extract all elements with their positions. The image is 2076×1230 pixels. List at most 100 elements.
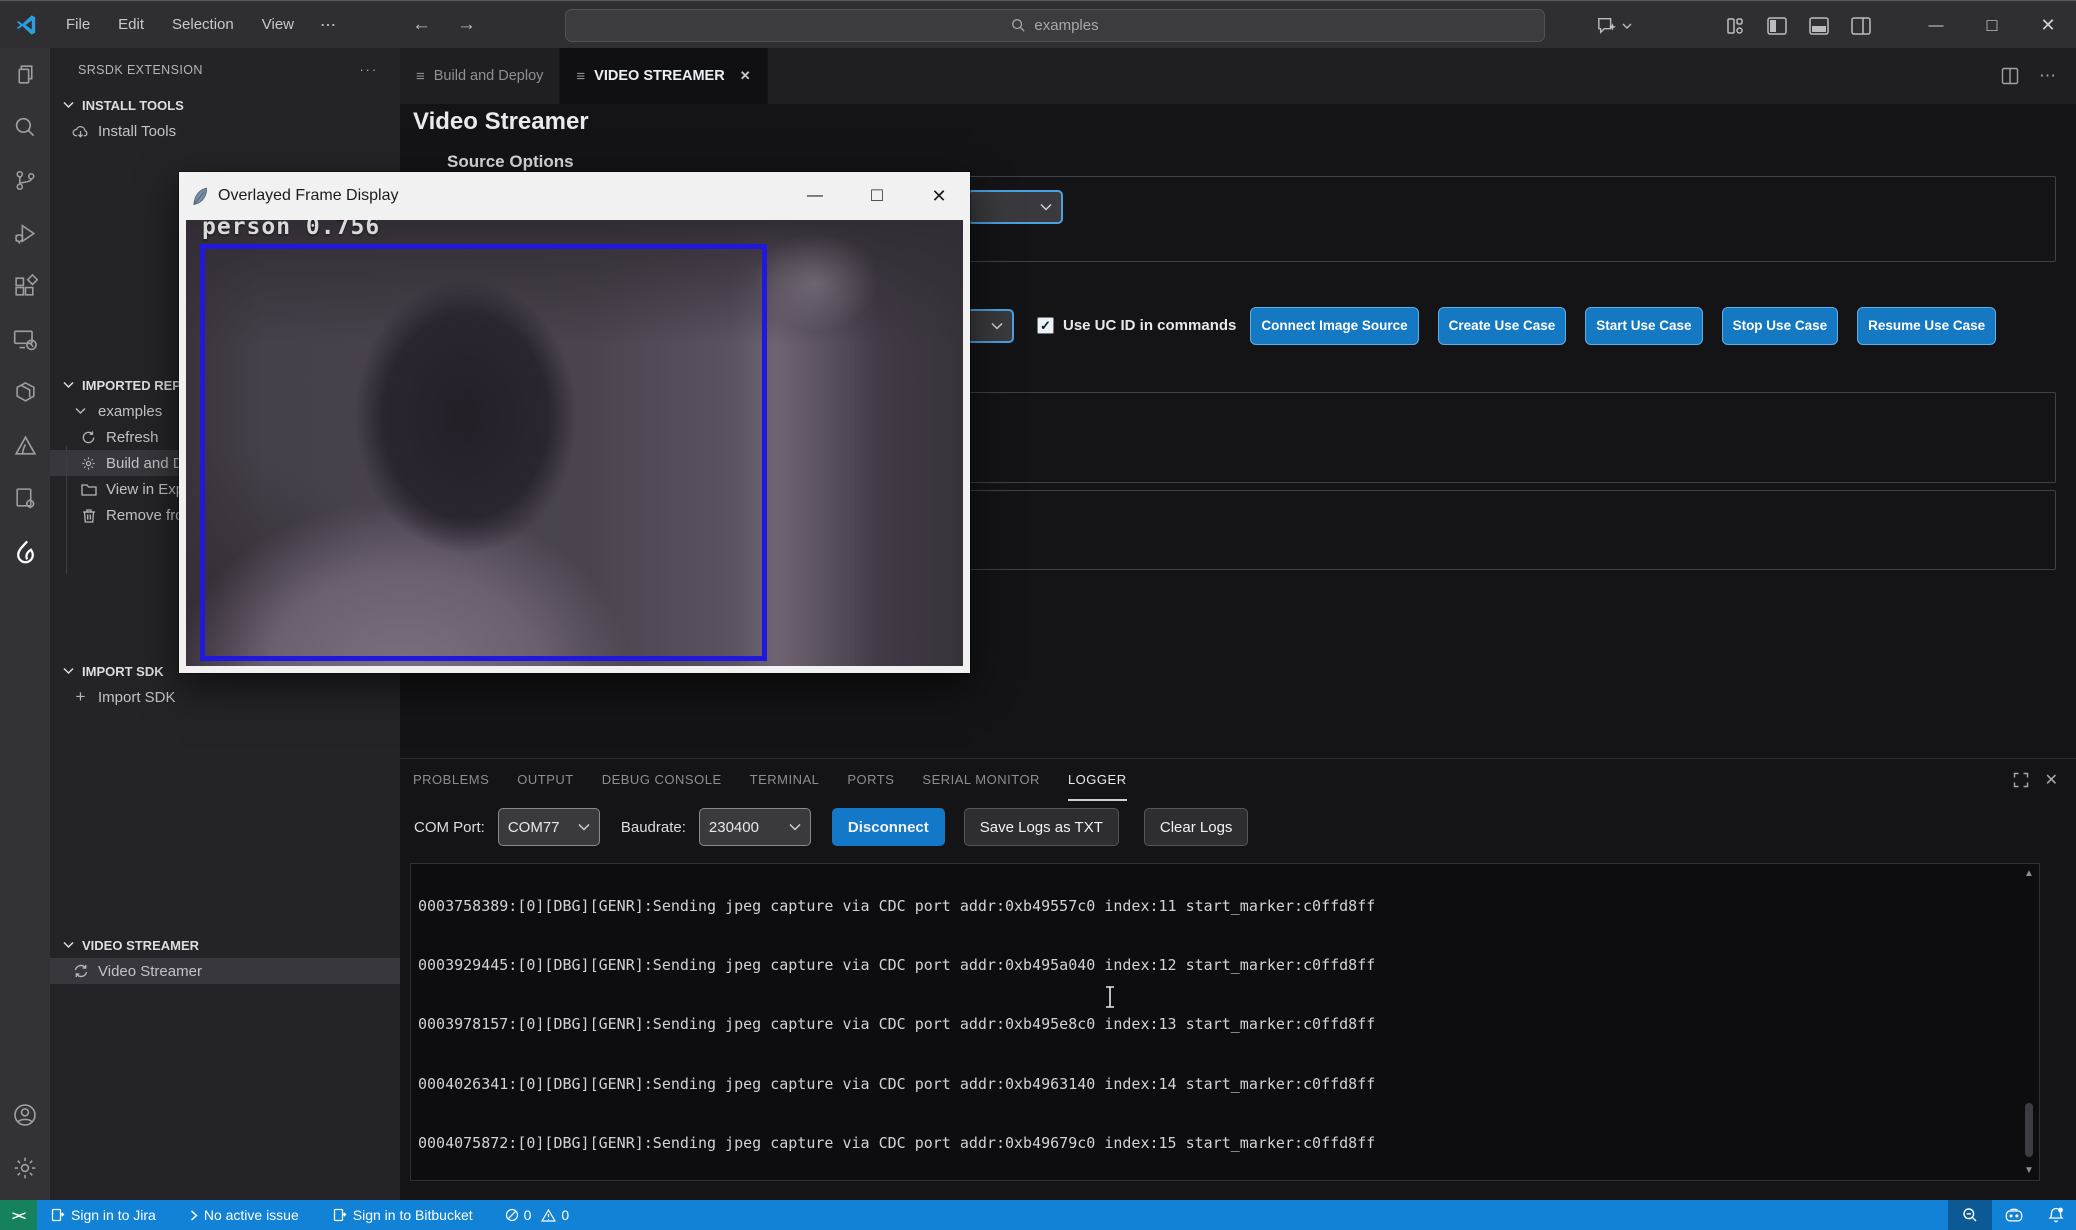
srsdk-extension-icon[interactable] — [0, 525, 50, 578]
stop-use-case-button[interactable]: Stop Use Case — [1722, 307, 1839, 345]
titlebar: File Edit Selection View ⋯ ← → examples … — [0, 0, 2076, 48]
remote-indicator[interactable]: >< — [0, 1200, 37, 1230]
scroll-up-icon[interactable]: ▲ — [2024, 864, 2034, 883]
dialog-titlebar[interactable]: Overlayed Frame Display — □ ✕ — [179, 172, 970, 220]
sidebar-more-actions-icon[interactable]: ··· — [360, 63, 379, 77]
disconnect-button[interactable]: Disconnect — [832, 808, 945, 846]
jira-signin-item[interactable]: Sign in to Jira — [41, 1200, 166, 1230]
window-minimize-button[interactable]: — — [1908, 3, 1964, 49]
zoom-out-indicator[interactable] — [1948, 1200, 1992, 1230]
source-select[interactable] — [967, 190, 1063, 224]
copilot-status-icon[interactable] — [1992, 1208, 2036, 1223]
containers-icon[interactable] — [0, 366, 50, 419]
menu-edit[interactable]: Edit — [104, 1, 158, 48]
search-value: examples — [1034, 17, 1098, 34]
window-close-button[interactable]: ✕ — [2020, 3, 2076, 49]
account-icon[interactable] — [0, 1088, 50, 1141]
extensions-icon[interactable] — [0, 260, 50, 313]
menu-view[interactable]: View — [248, 1, 308, 48]
item-label: View in Expl — [106, 481, 187, 498]
split-editor-icon[interactable] — [2001, 67, 2019, 85]
explorer-icon[interactable] — [0, 48, 50, 101]
window-maximize-button[interactable]: □ — [1964, 3, 2020, 49]
remote-explorer-icon[interactable] — [0, 313, 50, 366]
trash-icon — [80, 508, 97, 523]
panel-tab-problems[interactable]: PROBLEMS — [413, 759, 489, 801]
start-use-case-button[interactable]: Start Use Case — [1585, 307, 1702, 345]
problems-status-item[interactable]: 0 0 — [495, 1200, 580, 1230]
run-debug-icon[interactable] — [0, 207, 50, 260]
sdk-config-icon[interactable] — [0, 472, 50, 525]
uc-id-checkbox[interactable]: ✓ — [1037, 317, 1054, 334]
chevron-down-icon — [60, 101, 77, 109]
panel-tab-output[interactable]: OUTPUT — [517, 759, 573, 801]
use-case-controls-row: ✓ Use UC ID in commands Connect Image So… — [930, 306, 1996, 345]
notifications-bell-icon[interactable] — [2036, 1207, 2076, 1224]
command-center-search[interactable]: examples — [565, 9, 1545, 42]
panel-tab-serial-monitor[interactable]: SERIAL MONITOR — [922, 759, 1040, 801]
nav-forward-icon[interactable]: → — [457, 14, 476, 36]
search-view-icon[interactable] — [0, 101, 50, 154]
menu-more-icon[interactable]: ⋯ — [308, 15, 348, 35]
activity-bar — [0, 48, 50, 1200]
log-line: 0004075872:[0][DBG][GENR]:Sending jpeg c… — [418, 1134, 2039, 1154]
uc-id-checkbox-label: Use UC ID in commands — [1063, 317, 1236, 334]
source-control-icon[interactable] — [0, 154, 50, 207]
maximize-panel-icon[interactable] — [2013, 772, 2029, 788]
dialog-minimize-button[interactable]: — — [784, 172, 846, 220]
tab-video-streamer[interactable]: ≡ VIDEO STREAMER ✕ — [560, 48, 767, 104]
toggle-sidebar-icon[interactable] — [1760, 9, 1794, 43]
bitbucket-signin-item[interactable]: Sign in to Bitbucket — [323, 1200, 483, 1230]
sidebar-item-import-sdk[interactable]: + Import SDK — [50, 684, 400, 710]
tab-build-and-deploy[interactable]: ≡ Build and Deploy — [400, 48, 560, 104]
toggle-secondary-sidebar-icon[interactable] — [1844, 9, 1878, 43]
sync-icon — [72, 964, 89, 978]
tab-close-icon[interactable]: ✕ — [740, 68, 751, 84]
resume-use-case-button[interactable]: Resume Use Case — [1857, 307, 1996, 345]
dialog-close-button[interactable]: ✕ — [908, 172, 970, 220]
save-logs-button[interactable]: Save Logs as TXT — [964, 808, 1119, 846]
menu-file[interactable]: File — [52, 1, 104, 48]
section-video-streamer[interactable]: VIDEO STREAMER — [50, 932, 400, 958]
item-label: examples — [98, 403, 162, 420]
log-line: 0003978157:[0][DBG][GENR]:Sending jpeg c… — [418, 1015, 2039, 1035]
item-label: Import SDK — [98, 689, 176, 706]
scroll-down-icon[interactable]: ▼ — [2024, 1161, 2034, 1180]
cloud-download-icon — [72, 124, 89, 139]
chevron-down-icon — [72, 407, 89, 415]
com-port-select[interactable]: COM77 — [498, 808, 600, 846]
editor-tabbar: ≡ Build and Deploy ≡ VIDEO STREAMER ✕ ⋯ — [400, 48, 2076, 104]
connect-image-source-button[interactable]: Connect Image Source — [1250, 307, 1418, 345]
scrollbar-thumb[interactable] — [2025, 1103, 2033, 1157]
dialog-maximize-button[interactable]: □ — [846, 172, 908, 220]
baudrate-select[interactable]: 230400 — [699, 808, 811, 846]
panel-tab-logger[interactable]: LOGGER — [1068, 759, 1127, 801]
sidebar-item-video-streamer[interactable]: Video Streamer — [50, 958, 400, 984]
section-label: IMPORT SDK — [82, 664, 164, 679]
settings-gear-icon[interactable] — [0, 1141, 50, 1194]
menu-selection[interactable]: Selection — [158, 1, 248, 48]
close-panel-icon[interactable]: ✕ — [2045, 770, 2058, 790]
bottom-panel: PROBLEMS OUTPUT DEBUG CONSOLE TERMINAL P… — [400, 758, 2076, 1200]
item-label: Video Streamer — [98, 963, 202, 980]
python-icon — [191, 186, 209, 207]
sidebar-item-install-tools[interactable]: Install Tools — [50, 118, 400, 144]
toggle-panel-icon[interactable] — [1802, 9, 1836, 43]
panel-tab-terminal[interactable]: TERMINAL — [750, 759, 820, 801]
atlassian-icon[interactable] — [0, 419, 50, 472]
log-scrollbar[interactable]: ▲ ▼ — [2019, 864, 2039, 1180]
page-title: Video Streamer — [413, 108, 589, 136]
create-use-case-button[interactable]: Create Use Case — [1438, 307, 1567, 345]
section-install-tools[interactable]: INSTALL TOOLS — [50, 92, 400, 118]
active-issue-item[interactable]: No active issue — [180, 1200, 309, 1230]
section-label: INSTALL TOOLS — [82, 98, 184, 113]
copilot-chat-icon[interactable] — [1596, 16, 1632, 36]
check-icon: ✓ — [1040, 318, 1051, 334]
editor-more-actions-icon[interactable]: ⋯ — [2039, 66, 2056, 86]
panel-tab-ports[interactable]: PORTS — [847, 759, 894, 801]
panel-tab-debug-console[interactable]: DEBUG CONSOLE — [602, 759, 722, 801]
log-output[interactable]: 0003758389:[0][DBG][GENR]:Sending jpeg c… — [410, 863, 2040, 1181]
customize-layout-icon[interactable] — [1718, 9, 1752, 43]
nav-back-icon[interactable]: ← — [412, 14, 431, 36]
clear-logs-button[interactable]: Clear Logs — [1144, 808, 1249, 846]
